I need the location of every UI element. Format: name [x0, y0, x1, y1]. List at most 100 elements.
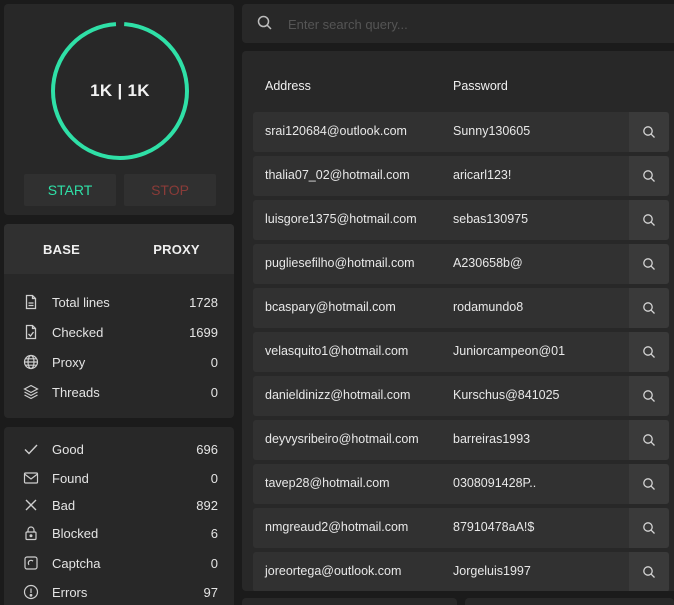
stat-captcha: Captcha 0	[22, 552, 218, 574]
table-row[interactable]: nmgreaud2@hotmail.com 87910478aA!$	[253, 508, 669, 548]
stat-good: Good 696	[22, 438, 218, 460]
row-search-button[interactable]	[629, 112, 669, 152]
address-cell: joreortega@outlook.com	[265, 564, 402, 578]
tab-proxy[interactable]: PROXY	[119, 224, 234, 274]
row-search-button[interactable]	[629, 332, 669, 372]
search-icon	[256, 14, 274, 32]
globe-icon	[22, 353, 40, 371]
address-cell: srai120684@outlook.com	[265, 124, 407, 138]
stat-label: Errors	[52, 584, 88, 600]
tab-base[interactable]: BASE	[4, 224, 119, 274]
bottom-panel-right	[465, 598, 674, 605]
tab-bar: BASE PROXY	[4, 224, 234, 274]
progress-panel: 1K | 1K START STOP	[4, 4, 234, 215]
table-row[interactable]: luisgore1375@hotmail.com sebas130975	[253, 200, 669, 240]
stat-label: Total lines	[52, 294, 110, 310]
stat-label: Checked	[52, 324, 104, 340]
table-row[interactable]: velasquito1@hotmail.com Juniorcampeon@01	[253, 332, 669, 372]
stats-panel: BASE PROXY Total lines 1728 Checked 1699…	[4, 224, 234, 418]
search-icon	[643, 170, 655, 182]
stat-proxy: Proxy 0	[22, 351, 218, 373]
password-cell: barreiras1993	[453, 432, 531, 446]
mail-icon	[22, 469, 40, 487]
accounts-table: Address Password srai120684@outlook.com …	[242, 51, 674, 591]
document-icon	[22, 293, 40, 311]
stat-label: Good	[52, 441, 84, 457]
row-search-button[interactable]	[629, 508, 669, 548]
stat-value: 0	[210, 470, 218, 486]
stat-blocked: Blocked 6	[22, 522, 218, 544]
stat-found: Found 0	[22, 467, 218, 489]
search-icon	[643, 258, 655, 270]
row-search-button[interactable]	[629, 244, 669, 284]
table-row[interactable]: tavep28@hotmail.com 0308091428P..	[253, 464, 669, 504]
search-bar	[242, 4, 674, 43]
password-cell: aricarl123!	[453, 168, 512, 182]
stop-button[interactable]: STOP	[124, 174, 216, 206]
password-cell: Juniorcampeon@01	[453, 344, 566, 358]
stat-value: 696	[196, 441, 218, 457]
layers-icon	[22, 383, 40, 401]
password-cell: Kurschus@841025	[453, 388, 560, 402]
search-icon	[643, 390, 655, 402]
stat-value: 1699	[189, 324, 218, 340]
password-cell: A230658b@	[453, 256, 523, 270]
address-cell: bcaspary@hotmail.com	[265, 300, 396, 314]
password-cell: Jorgeluis1997	[453, 564, 531, 578]
stat-value: 0	[210, 384, 218, 400]
column-header-address: Address	[265, 79, 311, 93]
table-row[interactable]: thalia07_02@hotmail.com aricarl123!	[253, 156, 669, 196]
stat-label: Bad	[52, 497, 76, 513]
table-row[interactable]: danieldinizz@hotmail.com Kurschus@841025	[253, 376, 669, 416]
row-search-button[interactable]	[629, 200, 669, 240]
search-icon	[643, 346, 655, 358]
row-search-button[interactable]	[629, 156, 669, 196]
row-search-button[interactable]	[629, 552, 669, 591]
table-row[interactable]: bcaspary@hotmail.com rodamundo8	[253, 288, 669, 328]
address-cell: deyvysribeiro@hotmail.com	[265, 432, 419, 446]
document-check-icon	[22, 323, 40, 341]
check-icon	[22, 440, 40, 458]
stat-value: 6	[210, 525, 218, 541]
stat-value: 0	[210, 555, 218, 571]
password-cell: rodamundo8	[453, 300, 524, 314]
lock-icon	[22, 524, 40, 542]
address-cell: tavep28@hotmail.com	[265, 476, 390, 490]
stat-label: Captcha	[52, 555, 101, 571]
captcha-icon	[22, 554, 40, 572]
row-search-button[interactable]	[629, 288, 669, 328]
stat-threads: Threads 0	[22, 381, 218, 403]
stat-total-lines: Total lines 1728	[22, 291, 218, 313]
password-cell: 0308091428P..	[453, 476, 537, 490]
stat-value: 1728	[189, 294, 218, 310]
row-search-button[interactable]	[629, 464, 669, 504]
search-icon	[643, 434, 655, 446]
search-icon	[643, 566, 655, 578]
table-row[interactable]: srai120684@outlook.com Sunny130605	[253, 112, 669, 152]
x-icon	[22, 496, 40, 514]
progress-label: 1K | 1K	[90, 81, 150, 100]
address-cell: nmgreaud2@hotmail.com	[265, 520, 409, 534]
row-search-button[interactable]	[629, 376, 669, 416]
search-icon	[643, 302, 655, 314]
column-header-password: Password	[453, 79, 508, 93]
table-row[interactable]: pugliesefilho@hotmail.com A230658b@	[253, 244, 669, 284]
start-button[interactable]: START	[24, 174, 116, 206]
table-row[interactable]: deyvysribeiro@hotmail.com barreiras1993	[253, 420, 669, 460]
stat-checked: Checked 1699	[22, 321, 218, 343]
address-cell: thalia07_02@hotmail.com	[265, 168, 410, 182]
stat-bad: Bad 892	[22, 494, 218, 516]
stat-value: 892	[196, 497, 218, 513]
alert-icon	[22, 583, 40, 601]
search-input[interactable]	[288, 13, 658, 35]
stat-value: 97	[203, 584, 218, 600]
table-row[interactable]: joreortega@outlook.com Jorgeluis1997	[253, 552, 669, 591]
search-icon	[643, 126, 655, 138]
row-search-button[interactable]	[629, 420, 669, 460]
results-panel: Good 696 Found 0 Bad 892 Blocked 6 Captc…	[4, 427, 234, 605]
search-icon	[643, 478, 655, 490]
address-cell: danieldinizz@hotmail.com	[265, 388, 411, 402]
stat-label: Threads	[52, 384, 100, 400]
search-icon	[643, 214, 655, 226]
password-cell: sebas130975	[453, 212, 529, 226]
